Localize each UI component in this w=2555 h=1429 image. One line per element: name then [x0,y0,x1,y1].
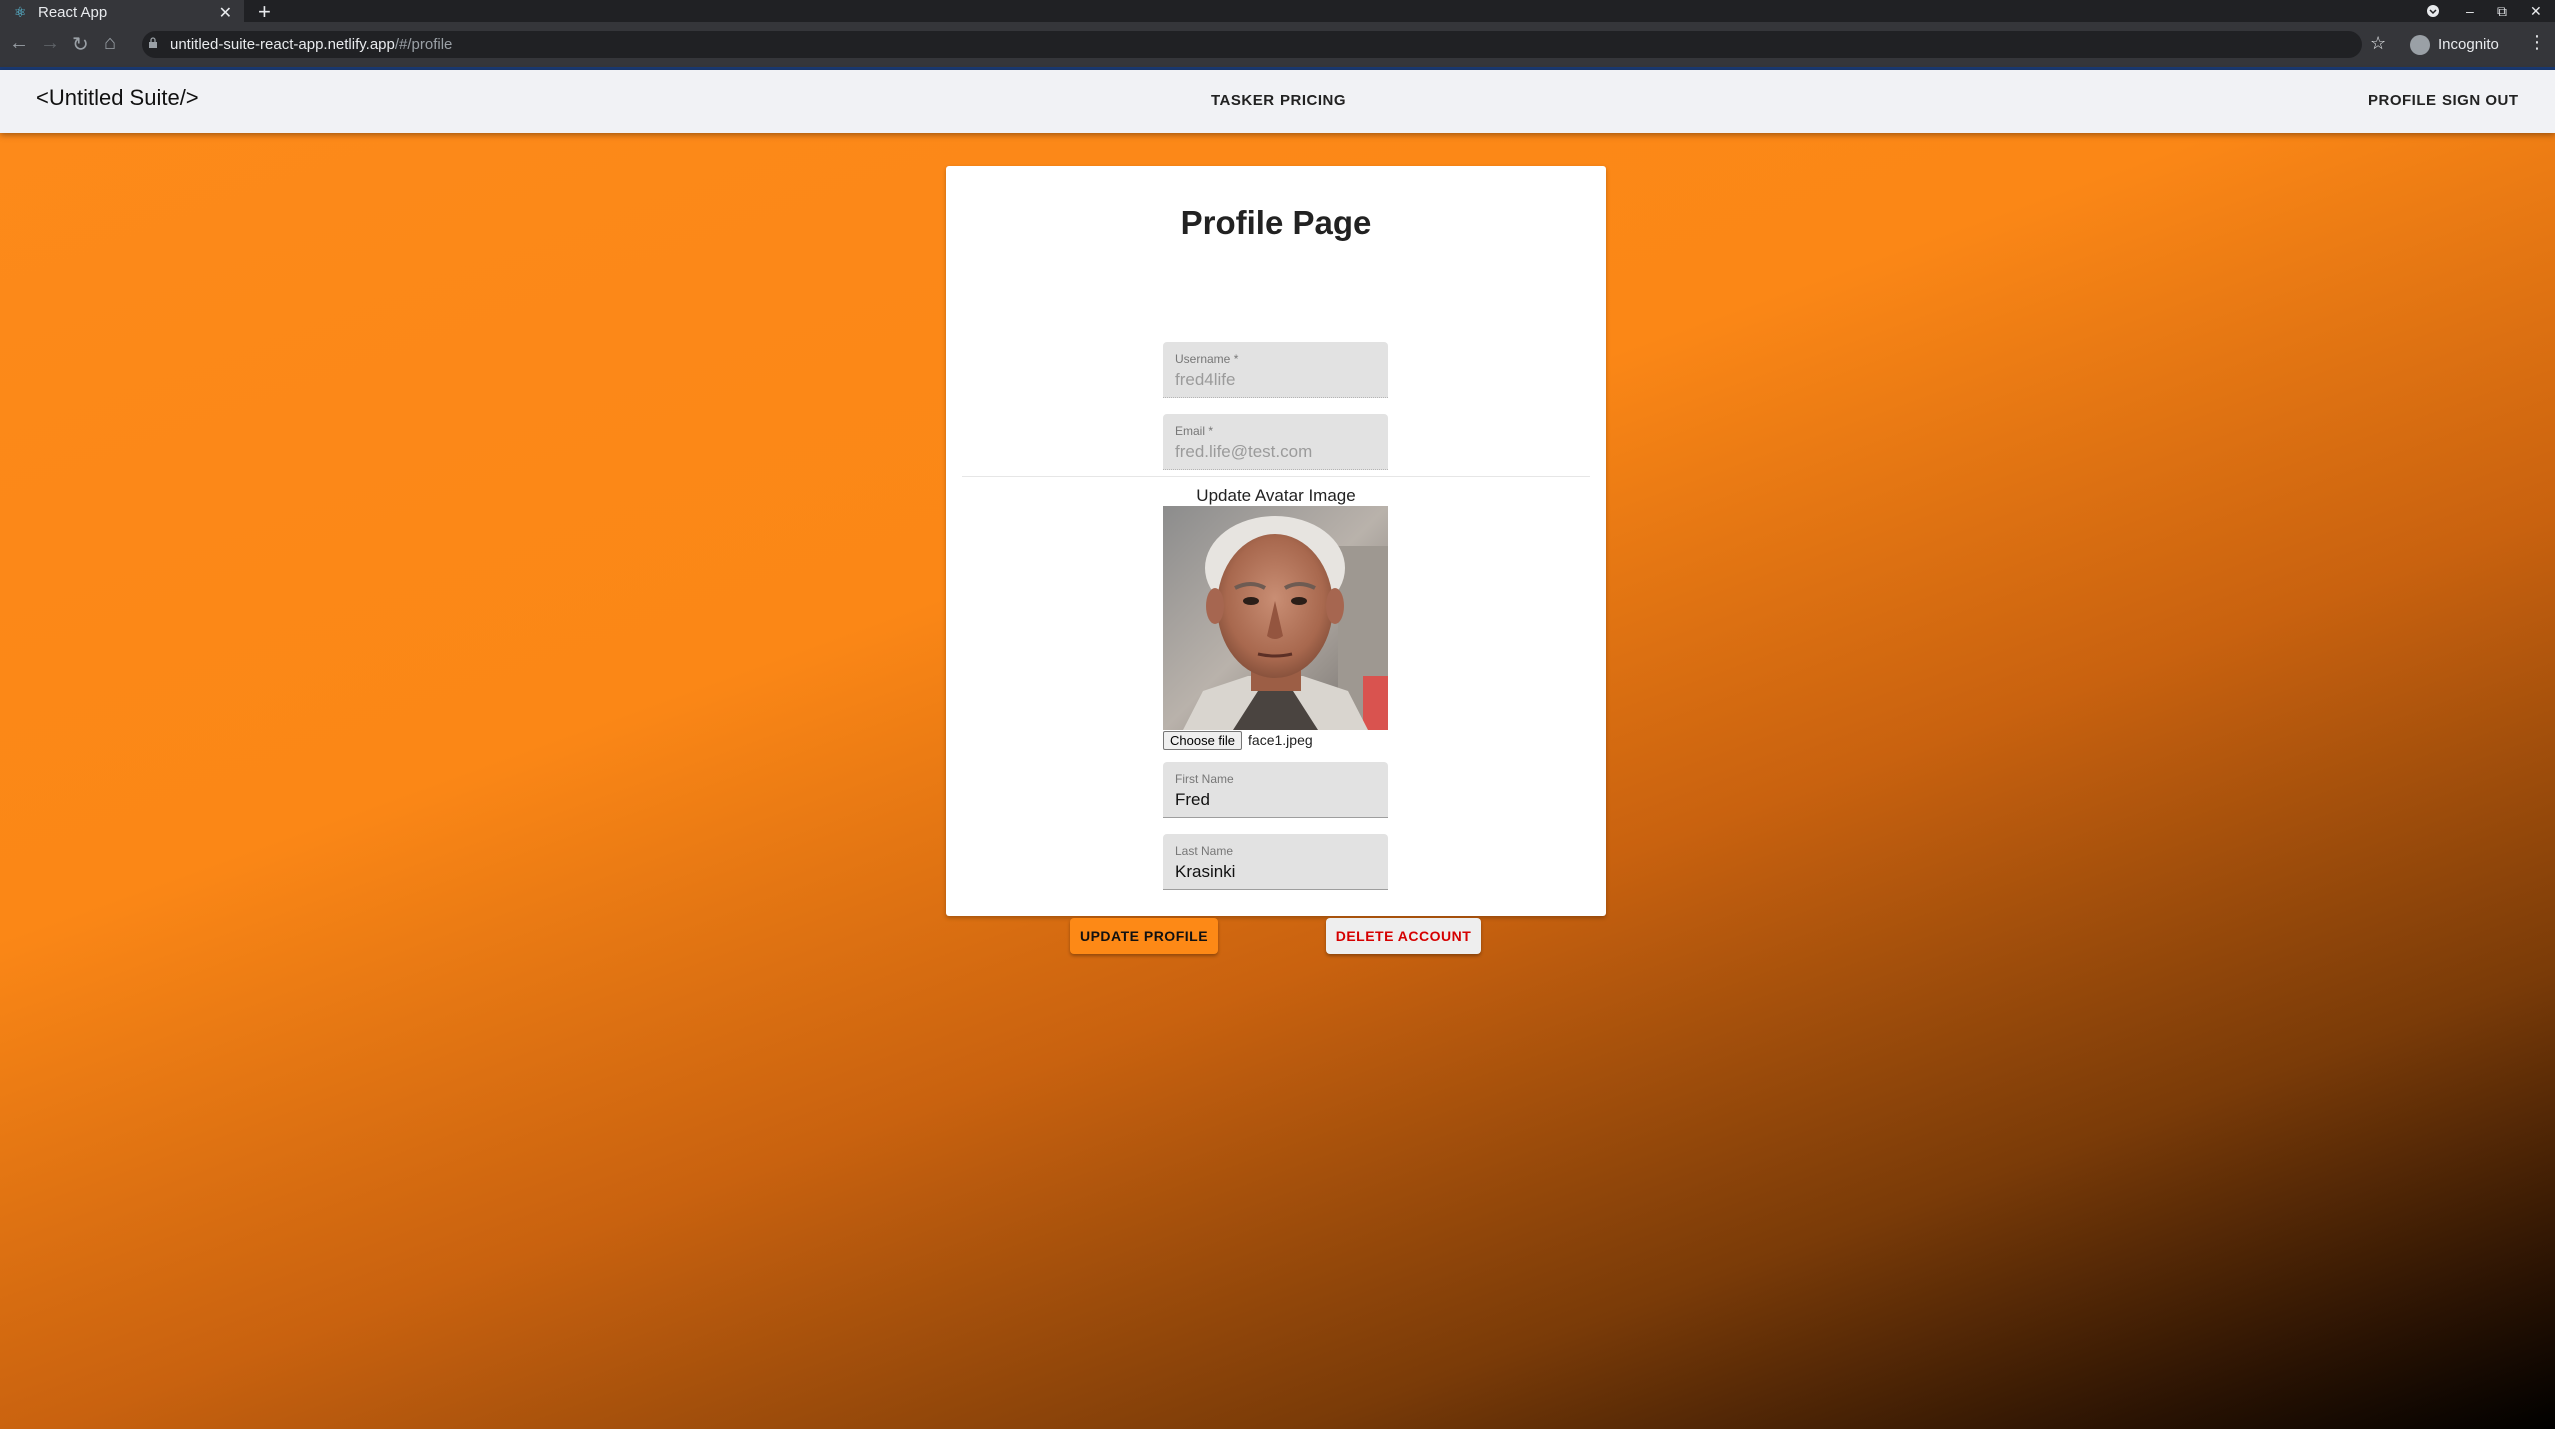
profile-card: Profile Page Username * fred4life Email … [946,166,1606,954]
incognito-label: Incognito [2438,36,2499,53]
url-host: untitled-suite-react-app.netlify.app [170,36,395,53]
restore-icon[interactable]: ⧉ [2497,0,2507,22]
profile-menu-icon[interactable] [2426,0,2440,22]
choose-file-button[interactable]: Choose file [1163,730,1243,750]
nav-tasker[interactable]: TASKER [1211,92,1275,109]
email-value: fred.life@test.com [1175,442,1313,461]
browser-toolbar: ← → ↻ ⌂ untitled-suite-react-app.netlify… [0,22,2555,70]
file-input[interactable]: Choose file face1.jpeg [1163,729,1313,751]
react-logo-icon: ⚛ [14,4,27,20]
email-field: Email * fred.life@test.com [1163,414,1388,470]
update-profile-button[interactable]: UPDATE PROFILE [1070,918,1218,954]
file-name: face1.jpeg [1248,732,1313,748]
star-icon[interactable]: ☆ [2370,33,2386,54]
first-name-label: First Name [1175,772,1234,786]
url-path: /#/profile [394,36,453,53]
delete-account-button[interactable]: DELETE ACCOUNT [1326,918,1481,954]
first-name-field[interactable]: First Name Fred [1163,762,1388,818]
email-label: Email * [1175,424,1214,438]
avatar-image [1163,506,1388,730]
first-name-value[interactable]: Fred [1175,790,1210,810]
lock-icon [149,37,157,48]
page-title: Profile Page [1180,204,1372,241]
nav-profile[interactable]: PROFILE [2368,92,2437,109]
browser-tab-strip: ⚛ React App ✕ + – ⧉ ✕ [0,0,2555,24]
section-divider [962,476,1590,477]
back-arrow-icon[interactable]: ← [9,32,29,55]
incognito-icon [2410,34,2430,55]
url-bar[interactable]: untitled-suite-react-app.netlify.app/#/p… [142,31,2362,58]
reload-icon[interactable]: ↻ [72,32,89,57]
tab-title: React App [38,3,108,21]
last-name-label: Last Name [1175,844,1234,858]
close-tab-icon[interactable]: ✕ [219,3,232,23]
browser-tab[interactable]: ⚛ React App ✕ [0,0,244,22]
username-field: Username * fred4life [1163,342,1388,398]
window-close-icon[interactable]: ✕ [2530,0,2542,22]
username-value: fred4life [1175,370,1236,389]
minimize-icon[interactable]: – [2466,0,2474,22]
incognito-indicator[interactable]: Incognito [2410,31,2499,58]
home-icon[interactable]: ⌂ [104,32,116,55]
username-label: Username * [1175,352,1239,366]
forward-arrow-icon[interactable]: → [40,32,60,55]
last-name-value[interactable]: Krasinki [1175,862,1235,882]
brand-logo[interactable]: <Untitled Suite/> [36,85,199,111]
app-header: <Untitled Suite/> TASKER PRICING PROFILE… [0,70,2555,133]
page-viewport: <Untitled Suite/> TASKER PRICING PROFILE… [0,70,2555,1429]
avatar-label: Update Avatar Image [1196,486,1356,505]
last-name-field[interactable]: Last Name Krasinki [1163,834,1388,890]
kebab-menu-icon[interactable]: ⋮ [2528,32,2546,53]
nav-pricing[interactable]: PRICING [1280,92,1346,109]
nav-sign-out[interactable]: SIGN OUT [2442,92,2519,109]
